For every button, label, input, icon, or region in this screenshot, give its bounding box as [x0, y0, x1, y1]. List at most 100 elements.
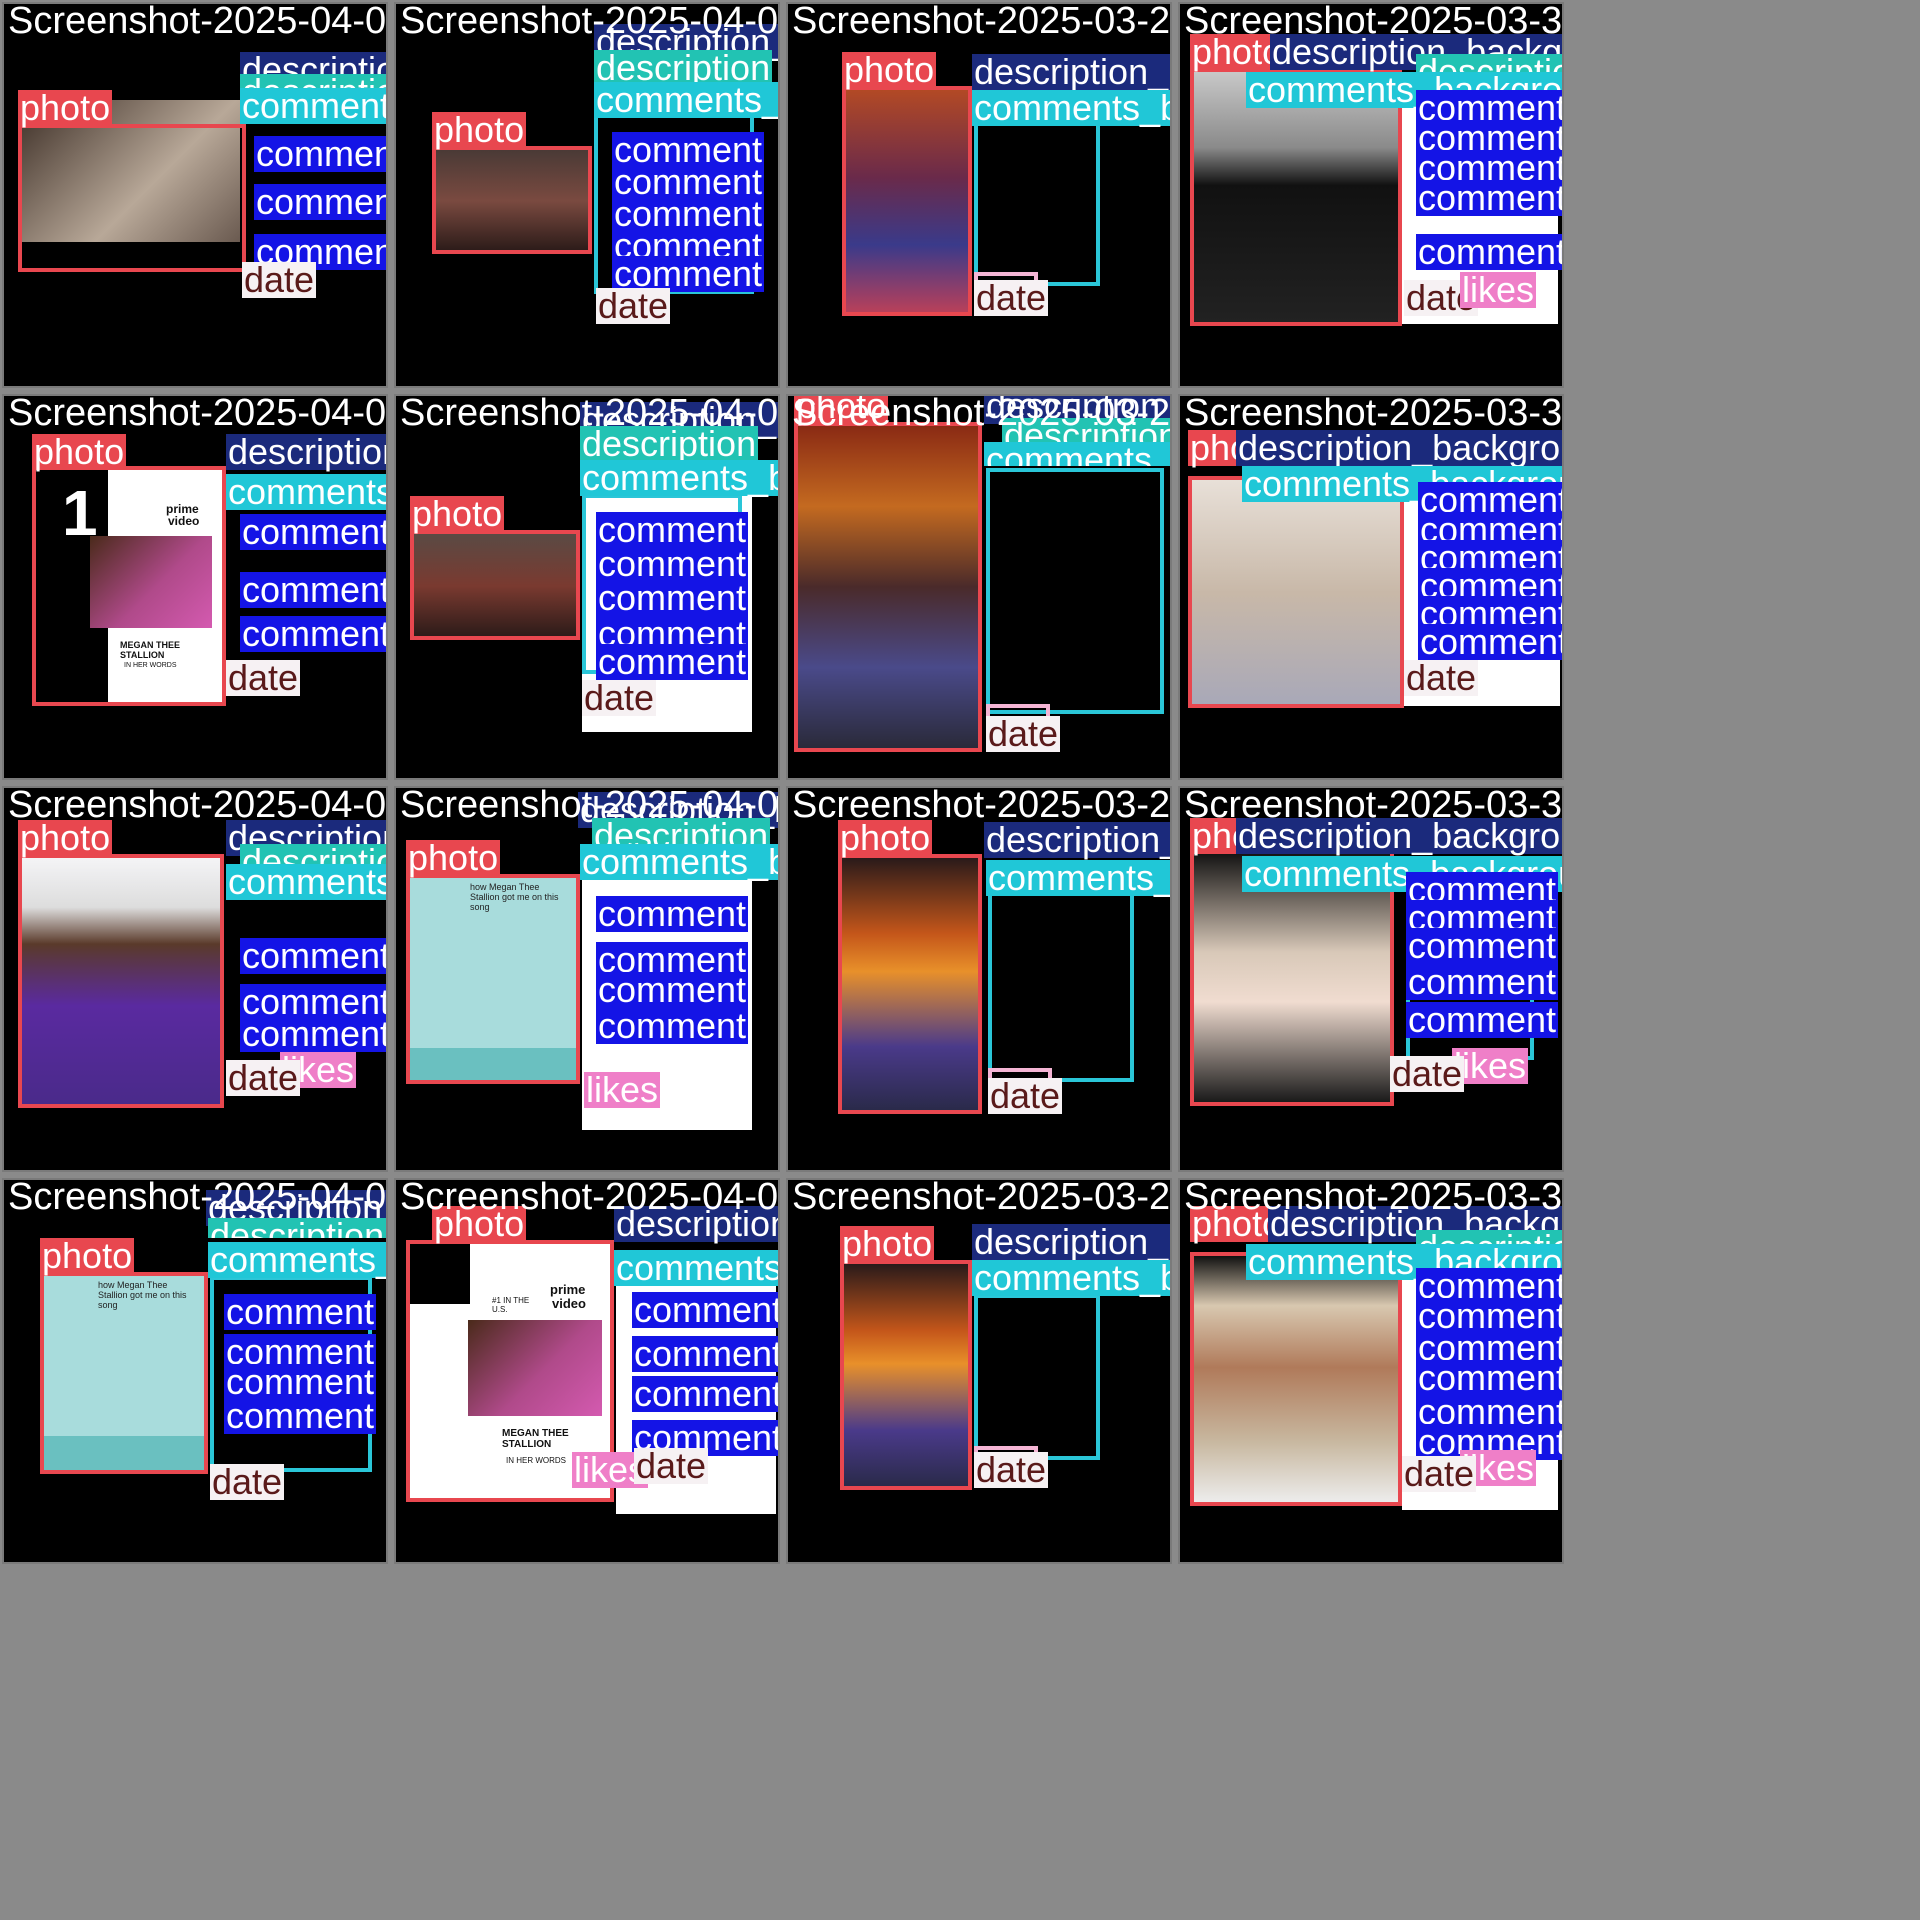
dataset-tile: Screenshot-2025-04-01-132757_png.rf.24 p… — [2, 786, 388, 1172]
photo-box — [18, 854, 224, 1108]
date-label: date — [582, 677, 657, 718]
date-label: date — [226, 657, 301, 698]
comment-label: comment — [596, 641, 749, 682]
tile-title: Screenshot-2025-03-31-172 — [1184, 788, 1562, 826]
tile-title: Screenshot-2025-03-24-155732_png.rf.1 — [792, 788, 1170, 826]
tile-title: Screenshot-2025-04-01-132752_png.rf.32 — [8, 396, 386, 434]
comment-label: comment — [596, 1005, 749, 1046]
date-label: date — [1404, 657, 1479, 698]
photo-label: photo — [840, 1223, 935, 1264]
dataset-tile: Screenshot-2025-03-24-155722_png.rf.44 p… — [786, 2, 1172, 388]
photo-box — [432, 146, 592, 254]
photo-box — [840, 1260, 972, 1490]
comments-background-box — [974, 1294, 1100, 1460]
comment-label: comment — [596, 969, 749, 1010]
comment-label: comment — [632, 1292, 778, 1328]
date-label: date — [242, 259, 317, 300]
comment-label: comment — [240, 616, 386, 652]
tile-title: Screenshot-2025-03-31-172 — [1184, 1180, 1562, 1218]
comments-background-label: comments_background — [226, 474, 386, 510]
date-label: date — [1402, 1453, 1477, 1494]
comments-background-label: comments_background — [208, 1242, 386, 1278]
photo-box — [838, 854, 982, 1114]
date-label: date — [210, 1461, 285, 1502]
photo-label: photo — [842, 49, 937, 90]
description-background-label: description_background — [226, 434, 386, 470]
photo-box — [18, 124, 246, 272]
tile-title: Screenshot-2025-04-01-133022_png.rf.2 — [400, 788, 778, 826]
photo-box — [32, 466, 226, 706]
dataset-tile: Screenshot-2025-04-01-132752_png.rf.32 1… — [2, 394, 388, 780]
dataset-tile: Screenshot-2025-04-01-133248_png.rf.2 pr… — [394, 1178, 780, 1564]
dataset-tile: Screenshot-2025-03-24-155732_png.rf.1 ph… — [786, 786, 1172, 1172]
comments-background-label: comments_background — [972, 1260, 1170, 1296]
date-label: date — [988, 1075, 1063, 1116]
comment-label: comment — [224, 1291, 377, 1332]
tile-title: Screenshot-2025-04-01-133248_png.rf.2 — [400, 1180, 778, 1218]
comments-background-box — [988, 892, 1134, 1082]
photo-label: photo — [40, 1235, 135, 1276]
tile-title: Screenshot-2025-04-01-133515_png.rf.99 — [400, 4, 778, 42]
dataset-tile: Screenshot-2025-03-31-172 photo descript… — [1178, 394, 1564, 780]
dataset-tile: Screenshot-2025-03-31-172 photo descript… — [1178, 1178, 1564, 1564]
tile-title: Screenshot-2025-04-01-132740_png.rf.02 — [8, 4, 386, 42]
dataset-tile: Screenshot-2025-03-24-155739_png.rf.62 p… — [786, 1178, 1172, 1564]
date-label: date — [226, 1057, 301, 1098]
comment-label: comment — [596, 577, 749, 618]
likes-label: likes — [1460, 269, 1537, 310]
photo-box — [1190, 1252, 1402, 1506]
comments-background-label: comments_background — [580, 844, 778, 880]
comment-label: comment — [254, 184, 386, 220]
date-label: date — [634, 1445, 709, 1486]
date-label: date — [1390, 1053, 1465, 1094]
comment-label: comment — [240, 514, 386, 550]
comment-label: comment — [596, 893, 749, 934]
comments-background-box — [986, 468, 1164, 714]
photo-label: photo — [18, 87, 113, 128]
dataset-tile: Screenshot-2025-04-01-132 how Megan Thee… — [2, 1178, 388, 1564]
comment-label: comment — [1406, 961, 1559, 1002]
photo-box — [406, 874, 580, 1084]
comment-label: comment — [1406, 999, 1559, 1040]
tile-title: Screenshot-2025-03-31-172 — [1184, 396, 1562, 434]
comment-label: comment — [1416, 234, 1562, 270]
dataset-tile: Screenshot-2025-04-01-133515_png.rf.99 p… — [394, 2, 780, 388]
photo-label: photo — [432, 109, 527, 150]
comments-background-label: comments_background — [986, 860, 1170, 896]
date-label: date — [974, 277, 1049, 318]
comment-label: comment — [1406, 925, 1559, 966]
date-label: date — [986, 713, 1061, 754]
description-background-label: description_background — [984, 822, 1170, 858]
comment-label: comment — [240, 572, 386, 608]
comment-label: comment — [224, 1395, 377, 1436]
comments-background-label: comments_background — [972, 90, 1170, 126]
dataset-tile: Screenshot-2025-03-31-171400_png.rf. pho… — [1178, 2, 1564, 388]
comment-label: comment — [632, 1336, 778, 1372]
comments-background-label: comments_background — [580, 460, 778, 496]
description-background-label: description_background — [972, 54, 1170, 90]
photo-box — [1188, 476, 1404, 708]
description-label: description — [208, 1218, 386, 1238]
dataset-tile: Screenshot-2025-03-31-172 photo descript… — [1178, 786, 1564, 1172]
comments-background-box — [974, 122, 1100, 286]
comment-label: comment — [1416, 180, 1562, 216]
description-background-label: description_background — [1236, 430, 1562, 466]
photo-label: photo — [410, 493, 505, 534]
comments-background-label: comments_background — [614, 1250, 778, 1286]
comment-label: comment — [632, 1376, 778, 1412]
likes-label: likes — [584, 1069, 661, 1110]
comments-background-label: comments_background — [240, 88, 386, 124]
dataset-tile: Screenshot-2025-03-24-155700_png.rf. pho… — [786, 394, 1172, 780]
comments-background-label: comments_background — [226, 864, 386, 900]
dataset-tile: Screenshot-2025-04-01-133022_png.rf.2 ho… — [394, 786, 780, 1172]
tile-title: Screenshot-2025-03-31-171400_png.rf. — [1184, 4, 1562, 42]
comments-background-label: comments_background — [594, 82, 778, 118]
comment-label: comment — [240, 1016, 386, 1052]
dataset-tile: Screenshot-2025-04-01-133214_png.rf.2 ph… — [394, 394, 780, 780]
photo-label: photo — [32, 431, 127, 472]
tile-title: Screenshot-2025-03-24-155700_png.rf. — [792, 396, 1170, 434]
comment-label: comment — [254, 136, 386, 172]
comment-label: comment — [1418, 624, 1562, 660]
tile-title: Screenshot-2025-04-01-132757_png.rf.24 — [8, 788, 386, 826]
tile-title: Screenshot-2025-03-24-155739_png.rf.62 — [792, 1180, 1170, 1218]
